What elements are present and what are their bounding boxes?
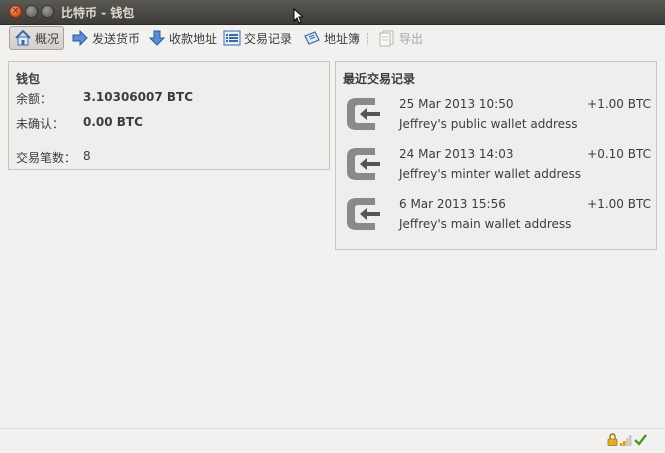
export-button[interactable]: 导出 [374, 26, 427, 50]
export-document-icon [379, 30, 394, 47]
tab-transactions[interactable]: 交易记录 [219, 26, 296, 50]
transaction-count-value: 8 [83, 149, 91, 163]
transaction-count-label: 交易笔数： [16, 151, 77, 165]
transaction-amount: +1.00 BTC [587, 197, 651, 211]
wallet-title: 钱包 [16, 72, 41, 86]
transaction-date: 6 Mar 2013 15:56 [399, 197, 506, 211]
transaction-amount: +0.10 BTC [587, 147, 651, 161]
wallet-panel: 钱包 余额： 3.10306007 BTC 未确认： 0.00 BTC 交易笔数… [8, 61, 330, 170]
transaction-address: Jeffrey's minter wallet address [399, 167, 582, 181]
home-icon [15, 29, 31, 46]
close-button[interactable]: × [9, 5, 22, 18]
transaction-date: 25 Mar 2013 10:50 [399, 97, 514, 111]
tab-send[interactable]: 发送货币 [67, 26, 144, 50]
window-title: 比特币 - 钱包 [61, 6, 135, 20]
received-transaction-icon [347, 148, 380, 180]
arrow-right-icon [72, 29, 88, 47]
address-card-icon [304, 31, 320, 45]
toolbar-separator [367, 33, 370, 45]
export-label: 导出 [399, 31, 424, 46]
close-icon: × [11, 6, 20, 16]
tab-transactions-label: 交易记录 [244, 31, 293, 46]
recent-transactions-title: 最近交易记录 [343, 72, 416, 86]
tab-overview-label: 概况 [35, 31, 60, 46]
received-transaction-icon [347, 198, 380, 230]
toolbar: 概况 发送货币 收款地址 交易记录 地址簿 导出 [0, 25, 665, 53]
tab-receive-label: 收款地址 [169, 31, 218, 46]
balance-value: 3.10306007 BTC [83, 90, 194, 104]
tab-address-book[interactable]: 地址簿 [299, 26, 364, 50]
transaction-date: 24 Mar 2013 14:03 [399, 147, 514, 161]
tab-send-label: 发送货币 [92, 31, 141, 46]
arrow-down-icon [148, 30, 166, 46]
transaction-item[interactable]: 6 Mar 2013 15:56 +1.00 BTC Jeffrey's mai… [336, 194, 658, 242]
list-icon [223, 30, 241, 46]
minimize-button[interactable] [25, 5, 38, 18]
tab-address-book-label: 地址簿 [324, 31, 361, 46]
received-transaction-icon [347, 98, 380, 130]
transaction-item[interactable]: 25 Mar 2013 10:50 +1.00 BTC Jeffrey's pu… [336, 94, 658, 142]
transaction-address: Jeffrey's main wallet address [399, 217, 572, 231]
title-bar: × 比特币 - 钱包 [0, 0, 665, 25]
status-bar [0, 428, 665, 453]
maximize-button[interactable] [41, 5, 54, 18]
unconfirmed-value: 0.00 BTC [83, 115, 143, 129]
lock-icon[interactable] [607, 433, 618, 446]
connections-signal-icon[interactable] [620, 434, 632, 446]
recent-transactions-panel: 最近交易记录 25 Mar 2013 10:50 +1.00 BTC Jeffr… [335, 61, 657, 250]
mouse-cursor-icon [293, 8, 303, 24]
balance-label: 余额： [16, 92, 53, 106]
transaction-item[interactable]: 24 Mar 2013 14:03 +0.10 BTC Jeffrey's mi… [336, 144, 658, 192]
transaction-address: Jeffrey's public wallet address [399, 117, 578, 131]
unconfirmed-label: 未确认： [16, 117, 65, 131]
tab-receive[interactable]: 收款地址 [144, 26, 221, 50]
status-icons [607, 433, 647, 446]
tab-overview[interactable]: 概况 [9, 26, 65, 50]
synced-checkmark-icon[interactable] [634, 433, 647, 446]
transaction-amount: +1.00 BTC [587, 97, 651, 111]
